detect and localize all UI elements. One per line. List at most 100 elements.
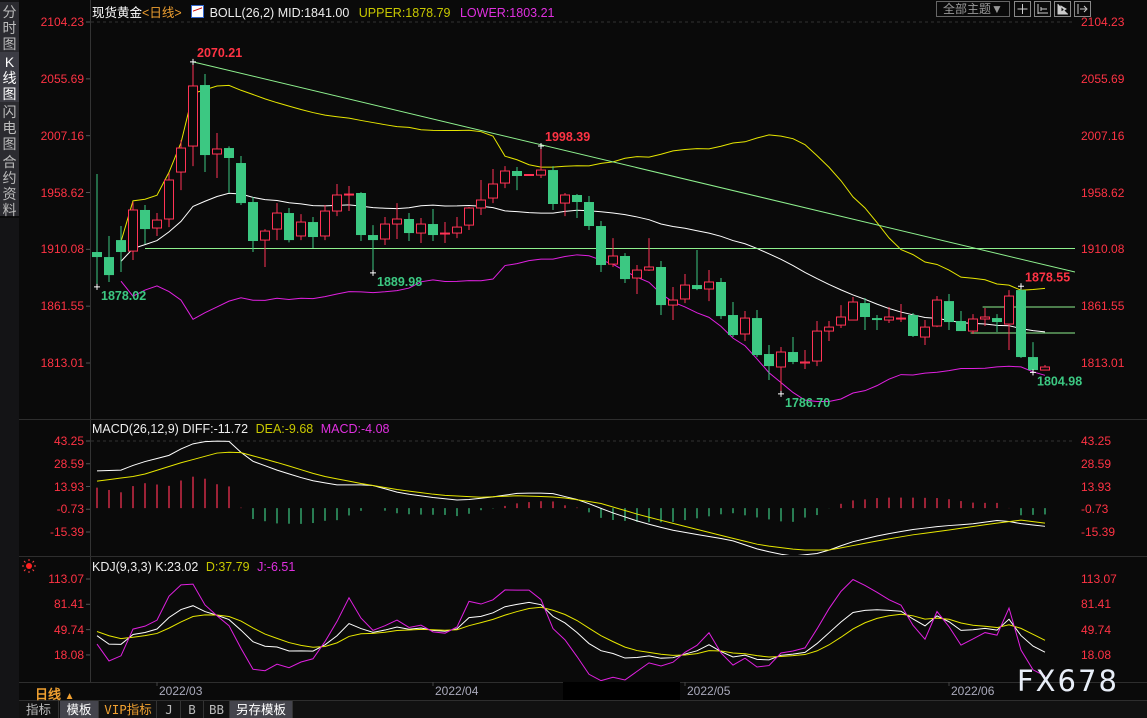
price-tick-left: 1813.01 xyxy=(40,356,84,371)
candle-body xyxy=(800,361,810,364)
macd-header: MACD(26,12,9) DIFF:-11.72 DEA:-9.68 MACD… xyxy=(92,422,390,436)
kdj-settings-icon[interactable] xyxy=(22,559,36,573)
tab-j[interactable]: J xyxy=(158,701,181,718)
price-label: 1998.39 xyxy=(545,130,590,144)
candle-body xyxy=(1040,366,1050,371)
candle xyxy=(920,320,930,345)
theme-dropdown[interactable]: 全部主题▼ xyxy=(936,1,1010,17)
candle xyxy=(764,344,774,381)
price-tick-left: 2055.69 xyxy=(40,71,84,86)
macd-tick-left: 28.59 xyxy=(53,456,84,471)
play-icon[interactable] xyxy=(1054,1,1071,17)
kdj-tick-right: 49.74 xyxy=(1081,622,1112,637)
period-label: <日线> xyxy=(142,6,182,20)
candle xyxy=(956,311,966,332)
candle xyxy=(980,307,990,327)
extreme-marker xyxy=(1018,283,1024,290)
candle xyxy=(608,238,618,268)
chart-header: 现货黄金<日线> BOLL(26,2) MID:1841.00 UPPER:18… xyxy=(92,2,554,21)
kdj-d: D:37.79 xyxy=(205,560,250,574)
candle-body xyxy=(296,221,306,237)
price-label: 1786.70 xyxy=(785,396,830,410)
candle-body xyxy=(788,352,798,362)
price-label: 1878.02 xyxy=(101,289,146,303)
candle-body xyxy=(116,240,126,253)
candle xyxy=(176,140,186,191)
tab-vip-indicators[interactable]: VIP指标 xyxy=(100,701,157,718)
candle-body xyxy=(1016,290,1026,358)
candle-body xyxy=(824,326,834,332)
candle-body xyxy=(320,210,330,237)
candle-body xyxy=(932,299,942,327)
candle xyxy=(272,203,282,241)
trendline xyxy=(192,61,1075,273)
candle-body xyxy=(284,213,294,241)
candle xyxy=(800,350,810,370)
kline-chart[interactable]: 2070.21 1878.02 1889.98 1998.39 1786.70 1878.… xyxy=(0,0,1147,718)
price-tick-right: 2055.69 xyxy=(1081,71,1125,86)
candle-body xyxy=(596,226,606,266)
candle xyxy=(680,274,690,304)
candle-body xyxy=(704,281,714,290)
candle-body xyxy=(272,212,282,230)
macd-tick-right: -0.73 xyxy=(1081,502,1109,517)
candle xyxy=(812,320,822,367)
indicator-chart-icon[interactable] xyxy=(191,5,205,18)
zoom-range-icon[interactable] xyxy=(1034,1,1051,17)
tab-b[interactable]: B xyxy=(181,701,204,718)
price-tick-left: 1910.08 xyxy=(40,242,84,257)
price-tick-right: 1861.55 xyxy=(1081,299,1125,314)
candle xyxy=(512,167,522,191)
candle xyxy=(596,220,606,273)
price-label: 1889.98 xyxy=(377,275,422,289)
candle xyxy=(440,222,450,244)
candle xyxy=(212,133,222,179)
candle-body xyxy=(428,224,438,236)
extreme-marker xyxy=(190,58,196,65)
boll-mid-line xyxy=(120,192,1046,333)
candle-body xyxy=(836,316,846,326)
candle-body xyxy=(860,303,870,318)
candle-body xyxy=(632,269,642,279)
candle xyxy=(428,209,438,242)
macd-dea-line xyxy=(96,451,1046,551)
candle-body xyxy=(368,235,378,241)
candle-body xyxy=(512,170,522,177)
candle-body xyxy=(740,317,750,335)
boll-mid: MID:1841.00 xyxy=(277,6,350,20)
extreme-marker xyxy=(1030,369,1036,376)
candle xyxy=(836,305,846,329)
kdj-tick-right: 81.41 xyxy=(1081,597,1112,612)
candle-body xyxy=(140,209,150,230)
macd-tick-left: 43.25 xyxy=(53,434,84,448)
candle xyxy=(128,202,138,260)
bottom-toolbar: 指标 模板 VIP指标 J B BB 另存模板 xyxy=(19,701,1147,718)
extreme-marker xyxy=(370,269,376,276)
candle xyxy=(464,207,474,231)
tab-indicators[interactable]: 指标 xyxy=(19,701,59,718)
x-axis-date-label: 2022/03 xyxy=(159,684,203,698)
tab-save-template[interactable]: 另存模板 xyxy=(230,701,293,718)
candle-body xyxy=(152,219,162,229)
boll-upper-line xyxy=(120,84,1046,291)
crosshair-icon[interactable] xyxy=(1014,1,1031,17)
kdj-tick-left: 49.74 xyxy=(53,622,84,637)
tab-templates[interactable]: 模板 xyxy=(60,701,99,718)
candle xyxy=(1004,290,1014,351)
macd-tick-left: -15.39 xyxy=(49,525,84,539)
macd-value: MACD:-4.08 xyxy=(320,422,390,436)
candle-body xyxy=(404,218,414,234)
candle xyxy=(992,314,1002,332)
macd-tick-right: -15.39 xyxy=(1081,525,1116,539)
candle xyxy=(152,213,162,236)
tab-bb[interactable]: BB xyxy=(204,701,230,718)
candle-body xyxy=(896,317,906,320)
candle xyxy=(116,226,126,273)
candle xyxy=(704,270,714,302)
candle-body xyxy=(812,330,822,362)
candle-body xyxy=(572,194,582,203)
candle xyxy=(584,196,594,231)
candle-body xyxy=(440,232,450,235)
period-selector-label: 日线 xyxy=(35,687,62,702)
candle xyxy=(572,194,582,219)
